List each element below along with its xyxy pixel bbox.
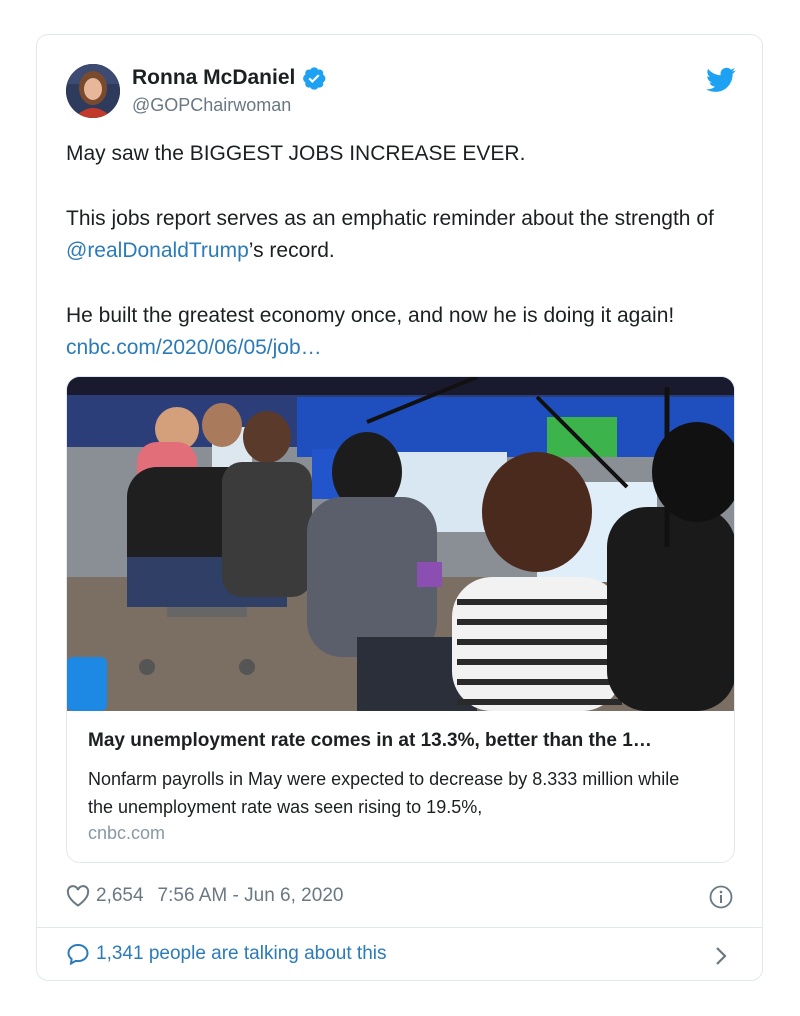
- tweet-text-line: This jobs report serves as an emphatic r…: [66, 207, 714, 230]
- tweet-text-line: He built the greatest economy once, and …: [66, 304, 675, 327]
- twitter-bird-icon[interactable]: [706, 67, 736, 93]
- talking-count-text[interactable]: 1,341 people are talking about this: [96, 943, 387, 965]
- author-avatar[interactable]: [66, 64, 120, 118]
- link-preview-card[interactable]: May unemployment rate comes in at 13.3%,…: [66, 376, 735, 863]
- heart-icon[interactable]: [66, 885, 90, 907]
- conversation-link[interactable]: 1,341 people are talking about this: [66, 943, 387, 965]
- author-handle[interactable]: @GOPChairwoman: [132, 95, 291, 116]
- tweet-timestamp[interactable]: 7:56 AM - Jun 6, 2020: [158, 885, 344, 907]
- mention-link[interactable]: @realDonaldTrump: [66, 239, 249, 262]
- tweet-text-line: ’s record.: [248, 239, 335, 262]
- tweet-paragraph-1: May saw the BIGGEST JOBS INCREASE EVER.: [66, 138, 726, 170]
- verified-badge-icon: [303, 67, 326, 90]
- tweet-body: May saw the BIGGEST JOBS INCREASE EVER. …: [66, 138, 726, 397]
- article-image: [67, 377, 734, 711]
- speech-bubble-icon: [67, 943, 89, 965]
- link-card-title[interactable]: May unemployment rate comes in at 13.3%,…: [88, 730, 718, 752]
- author-name[interactable]: Ronna McDaniel: [132, 66, 295, 90]
- chevron-right-icon[interactable]: [714, 945, 728, 967]
- footer-divider: [37, 927, 762, 928]
- article-url-link[interactable]: cnbc.com/2020/06/05/job…: [66, 336, 322, 359]
- link-card-domain: cnbc.com: [88, 823, 166, 843]
- author-name-row[interactable]: Ronna McDaniel: [132, 65, 327, 91]
- tweet-text-line: May saw the BIGGEST JOBS INCREASE EVER.: [66, 142, 526, 165]
- tweet-card: Ronna McDaniel @GOPChairwoman May saw th…: [36, 34, 763, 981]
- tweet-paragraph-3: He built the greatest economy once, and …: [66, 300, 726, 364]
- link-card-description: Nonfarm payrolls in May were expected to…: [88, 769, 680, 817]
- tweet-meta-row: 2,654 7:56 AM - Jun 6, 2020: [66, 885, 343, 907]
- info-icon[interactable]: [709, 885, 733, 909]
- like-count[interactable]: 2,654: [96, 885, 144, 907]
- tweet-paragraph-2: This jobs report serves as an emphatic r…: [66, 203, 726, 267]
